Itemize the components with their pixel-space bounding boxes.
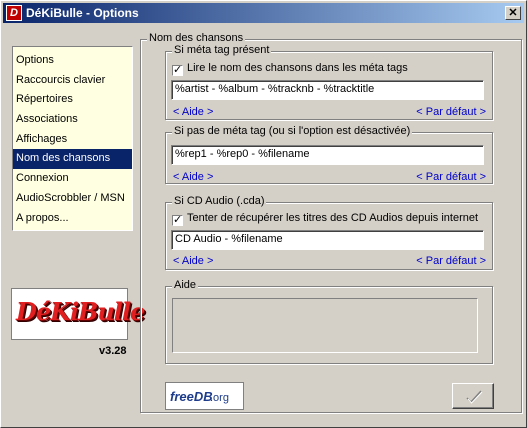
freedb-logo-link[interactable]: freeDB .org [165, 382, 244, 410]
frame-title: Nom des chansons [147, 32, 246, 44]
no-meta-format-input[interactable]: %rep1 - %rep0 - %filename [171, 145, 484, 165]
meta-default-link[interactable]: < Par défaut > [416, 106, 486, 118]
cd-audio-group-title: Si CD Audio (.cda) [172, 195, 267, 207]
song-names-frame: Nom des chansons Si méta tag présent ✓ Li… [140, 32, 522, 413]
window-title: DéKiBulle - Options [26, 6, 139, 20]
meta-tag-group: Si méta tag présent ✓ Lire le nom des cha… [165, 44, 493, 120]
ok-button[interactable] [452, 383, 494, 409]
nav-item-song-names[interactable]: Nom des chansons [13, 149, 132, 170]
help-group: Aide [165, 279, 493, 364]
cd-audio-format-input[interactable]: CD Audio - %filename [171, 230, 484, 250]
no-meta-tag-group: Si pas de méta tag (ou si l'option est d… [165, 125, 493, 184]
freedb-logo-suffix: .org [210, 392, 229, 404]
close-button[interactable]: ✕ [505, 6, 521, 20]
nav-item-display[interactable]: Affichages [13, 130, 132, 150]
nav-item-about[interactable]: A propos... [13, 209, 132, 229]
cd-titles-label: Tenter de récupérer les titres des CD Au… [187, 212, 479, 224]
meta-tag-group-title: Si méta tag présent [172, 44, 272, 56]
app-icon: D [6, 5, 22, 21]
checkbox-check-icon[interactable]: ✓ [172, 65, 183, 76]
nav-item-associations[interactable]: Associations [13, 110, 132, 130]
meta-help-link[interactable]: < Aide > [173, 106, 213, 118]
checkmark-icon [466, 390, 483, 404]
nav-item-options[interactable]: Options [13, 51, 132, 71]
title-bar[interactable]: D DéKiBulle - Options ✕ [3, 3, 524, 23]
nav-item-keyboard-shortcuts[interactable]: Raccourcis clavier [13, 71, 132, 91]
cd-help-link[interactable]: < Aide > [173, 255, 213, 267]
version-label: v3.28 [99, 345, 127, 357]
options-nav-list[interactable]: Options Raccourcis clavier Répertoires A… [12, 46, 133, 231]
cd-audio-group: Si CD Audio (.cda) ✓ Tenter de récupérer … [165, 195, 493, 270]
dekibulle-logo: DéKiBulle [11, 288, 145, 340]
no-meta-help-link[interactable]: < Aide > [173, 171, 213, 183]
help-text-area [172, 298, 478, 353]
help-group-title: Aide [172, 279, 199, 291]
read-meta-tags-checkbox[interactable]: ✓ Lire le nom des chansons dans les méta … [172, 62, 408, 76]
no-meta-tag-group-title: Si pas de méta tag (ou si l'option est d… [172, 125, 413, 137]
nav-item-directories[interactable]: Répertoires [13, 90, 132, 110]
checkbox-check-icon[interactable]: ✓ [172, 215, 183, 226]
cd-titles-checkbox[interactable]: ✓ Tenter de récupérer les titres des CD A… [172, 212, 478, 226]
meta-tag-format-input[interactable]: %artist - %album - %tracknb - %tracktitl… [171, 80, 484, 100]
no-meta-default-link[interactable]: < Par défaut > [416, 171, 486, 183]
nav-item-connection[interactable]: Connexion [13, 169, 132, 189]
read-meta-tags-label: Lire le nom des chansons dans les méta t… [187, 62, 408, 74]
nav-item-audioscrobbler-msn[interactable]: AudioScrobbler / MSN [13, 189, 132, 209]
options-window: D DéKiBulle - Options ✕ Options Raccourc… [0, 0, 527, 428]
logo-text: DéKiBulle [16, 297, 145, 326]
freedb-logo-text: freeDB [170, 389, 213, 404]
cd-default-link[interactable]: < Par défaut > [416, 255, 486, 267]
